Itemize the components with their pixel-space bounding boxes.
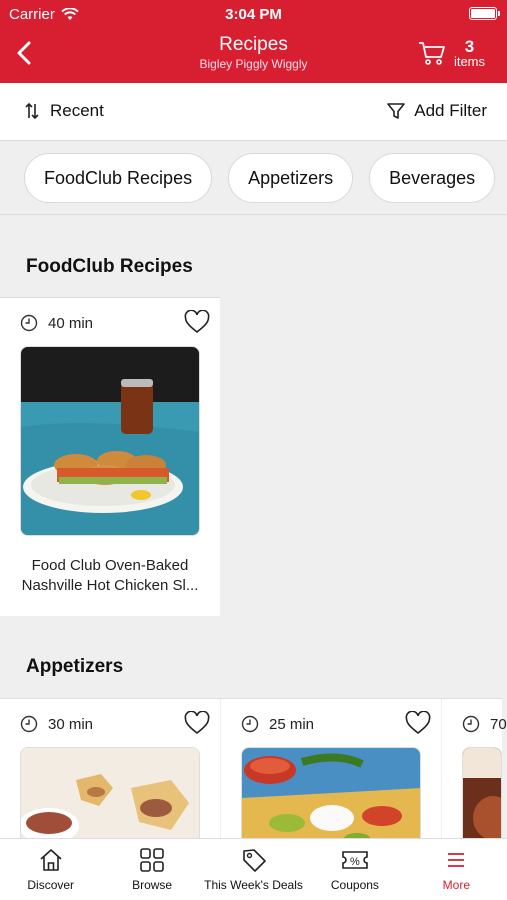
heart-icon <box>184 710 210 735</box>
cook-time-label: 25 min <box>269 715 315 733</box>
category-chips: FoodClub Recipes Appetizers Beverages <box>0 141 507 215</box>
back-button[interactable] <box>12 38 40 68</box>
appetizers-row: 30 min 25 min 70 <box>0 698 507 857</box>
status-bar: Carrier 3:04 PM <box>0 0 507 28</box>
tag-icon <box>242 849 266 872</box>
tab-browse[interactable]: Browse <box>101 839 202 900</box>
cart-button[interactable]: 3 items <box>418 38 485 68</box>
recipe-card[interactable]: 30 min <box>0 699 220 857</box>
app-header: Carrier 3:04 PM Recipes Bigley Piggly Wi… <box>0 0 507 83</box>
svg-text:%: % <box>350 856 360 868</box>
recipe-card[interactable]: 25 min <box>221 699 441 857</box>
tab-coupons-label: Coupons <box>330 878 379 892</box>
sort-icon <box>25 102 39 120</box>
filter-icon <box>387 103 406 119</box>
favorite-button[interactable] <box>184 309 210 339</box>
recipe-image <box>20 346 200 536</box>
cook-time-label: 40 min <box>48 314 94 332</box>
recipe-card[interactable]: 70 <box>442 699 507 857</box>
cook-time: 30 min <box>20 715 93 733</box>
filter-label: Add Filter <box>414 101 487 120</box>
add-filter-button[interactable]: Add Filter <box>386 101 487 121</box>
favorite-button[interactable] <box>405 710 431 740</box>
cook-time-label: 70 <box>490 715 507 733</box>
coupon-icon: % <box>342 851 368 869</box>
tab-weekly-deals-label: This Week's Deals <box>204 878 303 892</box>
heart-icon <box>405 710 431 735</box>
sort-button[interactable]: Recent <box>24 101 104 121</box>
cart-count: 3 items <box>454 38 485 68</box>
favorite-button[interactable] <box>184 710 210 740</box>
clock-icon <box>20 715 38 733</box>
heart-icon <box>184 309 210 334</box>
sort-label: Recent <box>50 101 104 120</box>
chip-foodclub-recipes[interactable]: FoodClub Recipes <box>24 153 213 203</box>
chip-appetizers[interactable]: Appetizers <box>228 153 354 203</box>
chevron-left-icon <box>17 41 31 65</box>
cook-time: 40 min <box>20 314 93 332</box>
recipe-card[interactable]: 40 min Food Club Oven-Baked Nashville Ho… <box>0 298 220 616</box>
cook-time: 25 min <box>241 715 314 733</box>
section-title-foodclub: FoodClub Recipes <box>26 256 193 277</box>
sort-filter-bar: Recent Add Filter <box>0 83 507 141</box>
cook-time-label: 30 min <box>48 715 94 733</box>
tab-discover[interactable]: Discover <box>0 839 101 900</box>
battery-icon <box>469 7 500 20</box>
cart-count-number: 3 <box>464 37 475 56</box>
tab-coupons[interactable]: % Coupons <box>304 839 405 900</box>
grid-icon <box>140 848 164 872</box>
home-icon <box>40 849 62 871</box>
cart-icon <box>418 42 445 65</box>
foodclub-recipes-row: 40 min Food Club Oven-Baked Nashville Ho… <box>0 297 220 616</box>
menu-icon <box>448 853 465 867</box>
tab-browse-label: Browse <box>132 878 173 892</box>
chip-beverages[interactable]: Beverages <box>369 153 496 203</box>
clock: 3:04 PM <box>225 6 282 23</box>
tab-more[interactable]: More <box>406 839 507 900</box>
clock-icon <box>241 715 259 733</box>
clock-icon <box>462 715 480 733</box>
recipe-title: Food Club Oven-Baked Nashville Hot Chick… <box>21 557 199 594</box>
clock-icon <box>20 314 38 332</box>
cook-time: 70 <box>462 715 507 733</box>
cart-count-label: items <box>453 54 485 69</box>
tab-weekly-deals[interactable]: This Week's Deals <box>203 839 304 900</box>
tab-bar: Discover Browse This Week's Deals % Coup… <box>0 838 507 900</box>
section-title-appetizers: Appetizers <box>26 656 124 677</box>
tab-discover-label: Discover <box>27 878 75 892</box>
tab-more-label: More <box>442 878 470 892</box>
